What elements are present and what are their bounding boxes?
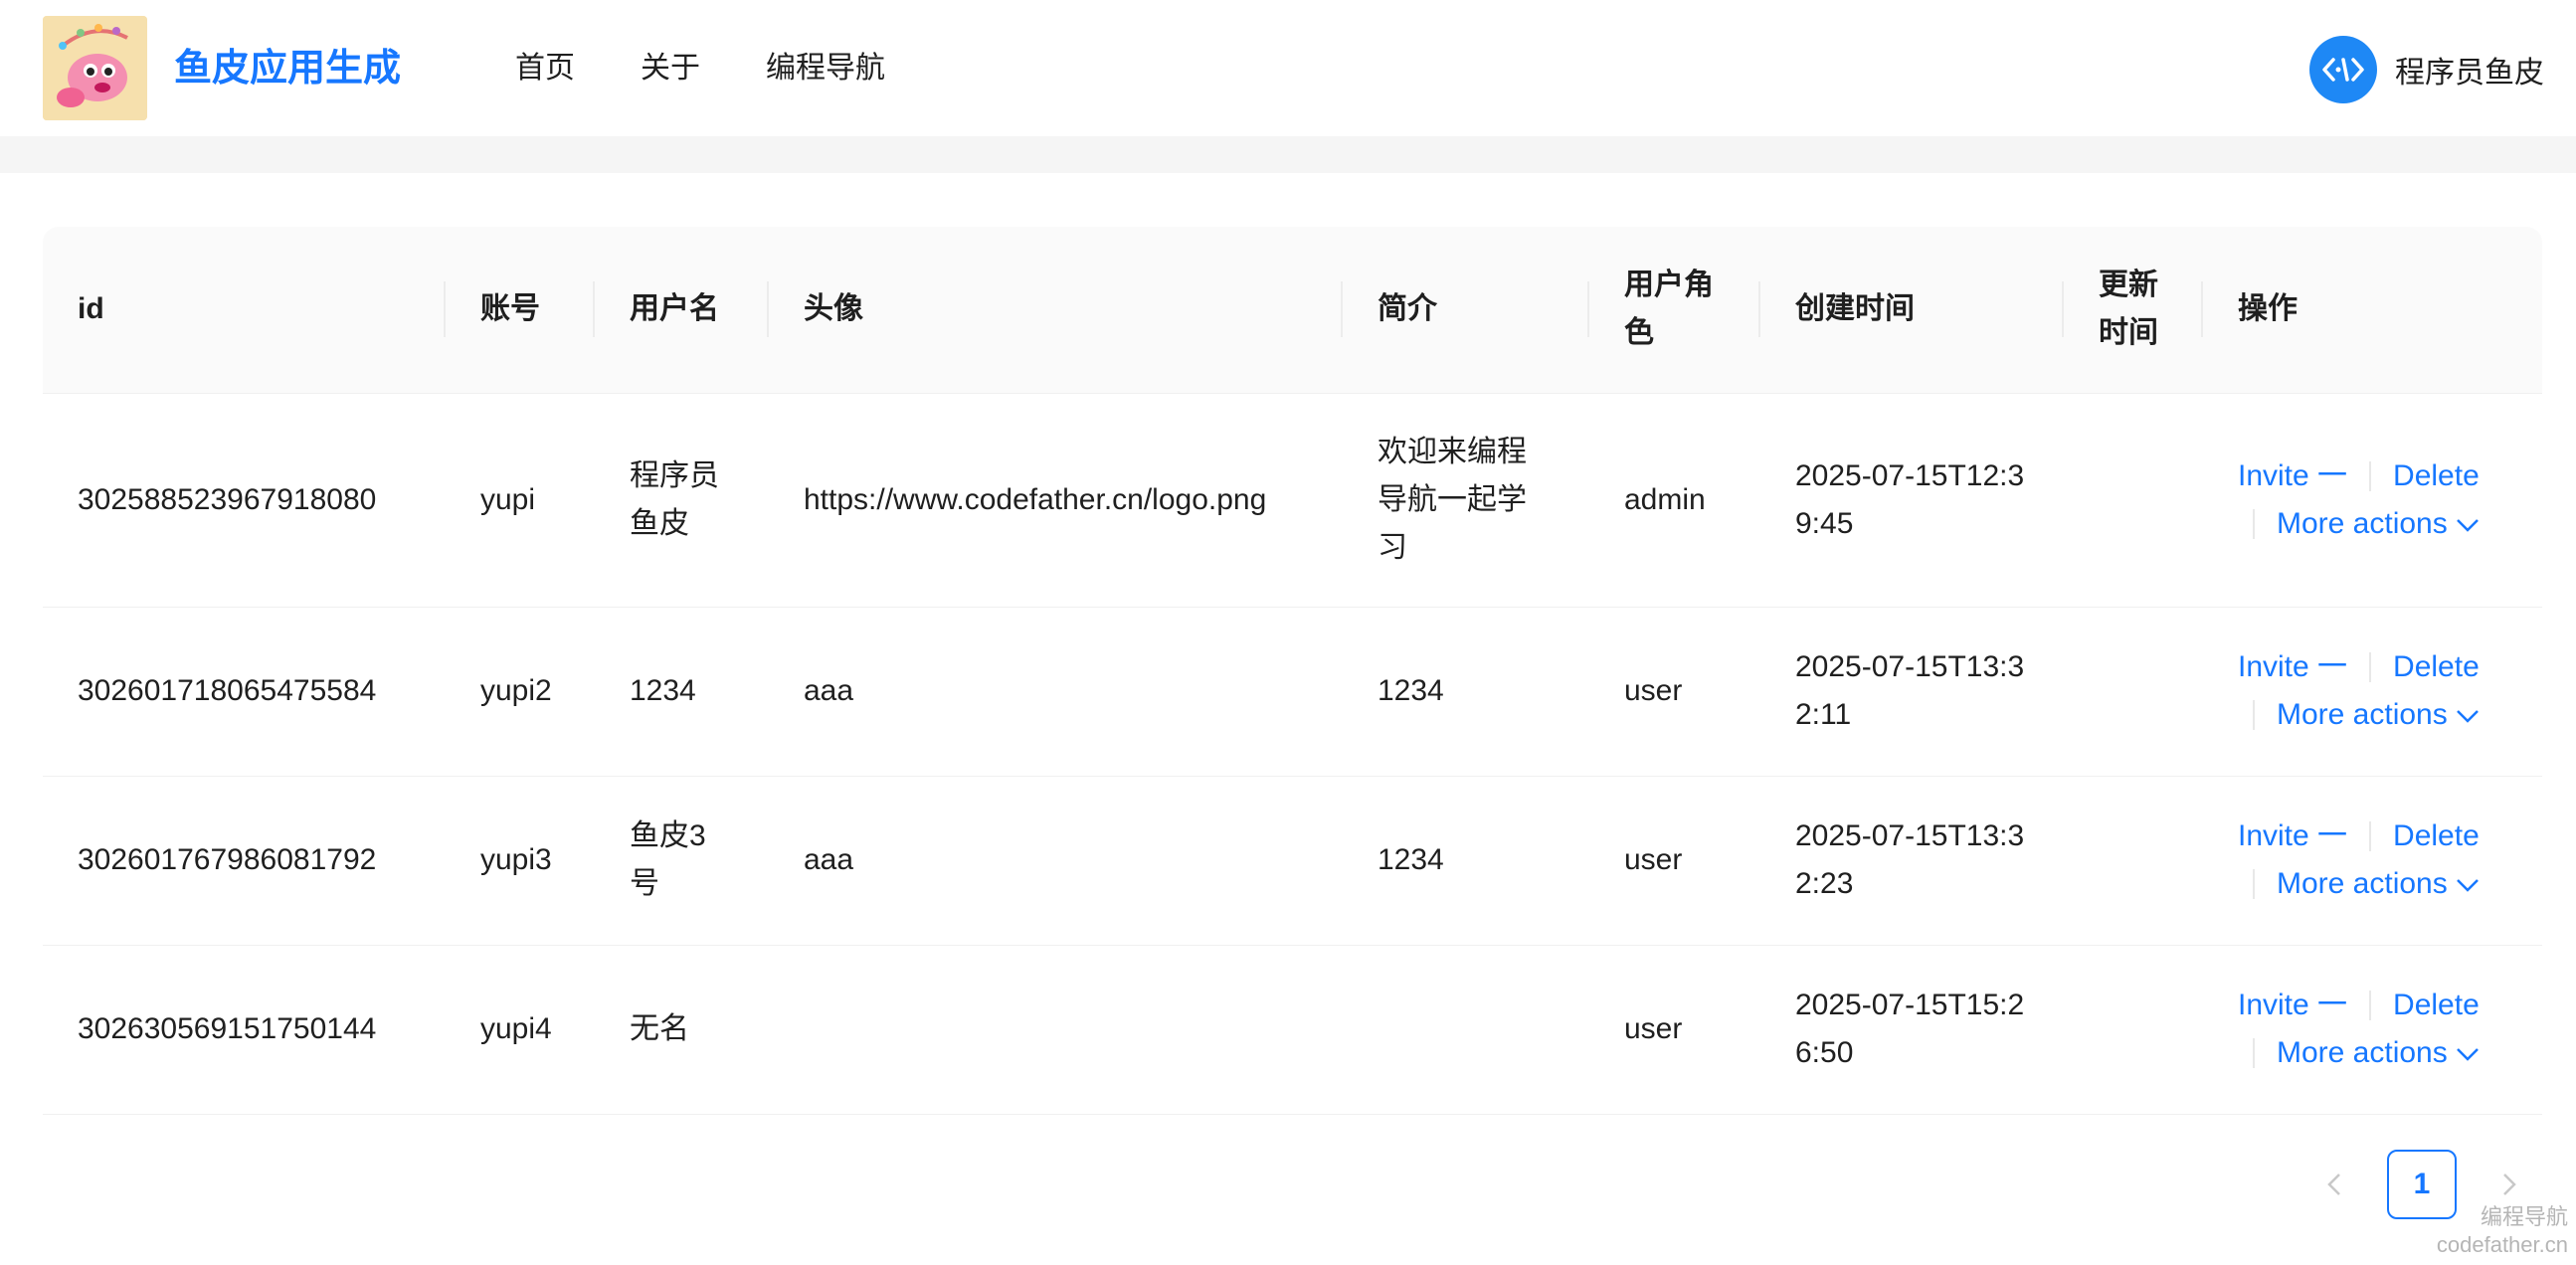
user-menu[interactable]: 程序员鱼皮: [2309, 36, 2544, 103]
column-header-role: 用户角色: [1589, 227, 1760, 394]
more-actions-label: More actions: [2277, 506, 2448, 540]
action-divider: [2369, 991, 2372, 1020]
cell-account: yupi2: [446, 607, 595, 777]
cell-account: yupi: [446, 393, 595, 608]
cell-username: 无名: [595, 945, 769, 1115]
watermark-line1: 编程导航: [2480, 1204, 2568, 1229]
cell-id: 302601767986081792: [43, 776, 446, 946]
more-actions-label: More actions: [2277, 867, 2448, 900]
delete-link[interactable]: Delete: [2393, 452, 2480, 500]
action-divider: [2369, 460, 2372, 491]
cell-username: 1234: [595, 607, 769, 777]
top-header: 鱼皮应用生成 首页 关于 编程导航 程序员鱼皮: [0, 0, 2576, 136]
prev-page-button[interactable]: [2300, 1150, 2369, 1219]
cell-avatar: aaa: [769, 776, 1343, 946]
column-header-actions: 操作: [2203, 227, 2542, 394]
main-nav: 首页 关于 编程导航: [515, 44, 951, 93]
cell-profile: [1343, 945, 1589, 1115]
chevron-right-icon: [2503, 1174, 2516, 1195]
code-logo-icon: [2322, 58, 2364, 82]
more-actions-link[interactable]: More actions: [2277, 691, 2480, 739]
cell-created: 2025-07-15T15:26:50: [1760, 945, 2064, 1115]
delete-link[interactable]: Delete: [2393, 982, 2480, 1029]
table-row: 302601767986081792 yupi3 鱼皮3号 aaa 1234 u…: [43, 776, 2542, 946]
invite-link[interactable]: Invite 一: [2238, 452, 2347, 500]
cell-updated: [2064, 393, 2203, 608]
column-header-avatar: 头像: [769, 227, 1343, 394]
cell-avatar: aaa: [769, 607, 1343, 777]
action-divider: [2253, 1038, 2255, 1068]
nav-item-coding-nav[interactable]: 编程导航: [766, 44, 885, 93]
cell-profile: 1234: [1343, 776, 1589, 946]
delete-link[interactable]: Delete: [2393, 813, 2480, 860]
cell-account: yupi4: [446, 945, 595, 1115]
cell-updated: [2064, 607, 2203, 777]
cell-role: user: [1589, 776, 1760, 946]
user-name: 程序员鱼皮: [2395, 57, 2544, 90]
chevron-down-icon: [2456, 879, 2479, 892]
cell-actions: Invite 一 Delete More actions: [2203, 607, 2542, 777]
column-header-created: 创建时间: [1760, 227, 2064, 394]
site-logo[interactable]: [43, 16, 147, 120]
cell-actions: Invite 一 Delete More actions: [2203, 393, 2542, 608]
watermark-line2: codefather.cn: [2436, 1232, 2568, 1257]
cell-avatar: https://www.codefather.cn/logo.png: [769, 393, 1343, 608]
invite-link[interactable]: Invite 一: [2238, 982, 2347, 1029]
cell-role: admin: [1589, 393, 1760, 608]
cell-profile: 1234: [1343, 607, 1589, 777]
table-row: 302601718065475584 yupi2 1234 aaa 1234 u…: [43, 607, 2542, 777]
more-actions-link[interactable]: More actions: [2277, 860, 2480, 908]
table-row: 302588523967918080 yupi 程序员鱼皮 https://ww…: [43, 393, 2542, 608]
cell-updated: [2064, 945, 2203, 1115]
user-avatar[interactable]: [2309, 36, 2377, 103]
invite-link[interactable]: Invite 一: [2238, 813, 2347, 860]
cell-actions: Invite 一 Delete More actions: [2203, 945, 2542, 1115]
cell-profile: 欢迎来编程导航一起学习: [1343, 393, 1589, 608]
cell-actions: Invite 一 Delete More actions: [2203, 776, 2542, 946]
more-actions-link[interactable]: More actions: [2277, 500, 2480, 548]
cell-username: 程序员鱼皮: [595, 393, 769, 608]
table-header-row: id 账号 用户名 头像 简介 用户角色 创建时间 更新时间 操作: [43, 227, 2542, 394]
watermark: 编程导航 codefather.cn: [2437, 1203, 2568, 1259]
cell-id: 302601718065475584: [43, 607, 446, 777]
action-divider: [2253, 508, 2255, 539]
content-divider-band: [0, 136, 2576, 173]
cell-role: user: [1589, 607, 1760, 777]
chevron-down-icon: [2456, 518, 2479, 532]
cell-created: 2025-07-15T13:32:23: [1760, 776, 2064, 946]
chevron-left-icon: [2327, 1174, 2340, 1195]
invite-link[interactable]: Invite 一: [2238, 643, 2347, 691]
cell-id: 302630569151750144: [43, 945, 446, 1115]
action-divider: [2253, 700, 2255, 730]
cell-created: 2025-07-15T12:39:45: [1760, 393, 2064, 608]
cell-role: user: [1589, 945, 1760, 1115]
cell-created: 2025-07-15T13:32:11: [1760, 607, 2064, 777]
chevron-down-icon: [2456, 710, 2479, 723]
cell-avatar: [769, 945, 1343, 1115]
table-row: 302630569151750144 yupi4 无名 user 2025-07…: [43, 945, 2542, 1115]
more-actions-label: More actions: [2277, 1036, 2448, 1069]
more-actions-link[interactable]: More actions: [2277, 1029, 2480, 1077]
action-divider: [2369, 821, 2372, 851]
delete-link[interactable]: Delete: [2393, 643, 2480, 691]
chevron-down-icon: [2456, 1048, 2479, 1061]
action-divider: [2253, 869, 2255, 899]
column-header-updated: 更新时间: [2064, 227, 2203, 394]
user-table: id 账号 用户名 头像 简介 用户角色 创建时间 更新时间 操作 302588…: [43, 227, 2542, 1115]
action-divider: [2369, 652, 2372, 682]
nav-item-about[interactable]: 关于: [641, 44, 700, 93]
column-header-account: 账号: [446, 227, 595, 394]
site-title[interactable]: 鱼皮应用生成: [174, 44, 401, 93]
cell-username: 鱼皮3号: [595, 776, 769, 946]
column-header-username: 用户名: [595, 227, 769, 394]
more-actions-label: More actions: [2277, 698, 2448, 731]
column-header-profile: 简介: [1343, 227, 1589, 394]
cell-id: 302588523967918080: [43, 393, 446, 608]
cell-updated: [2064, 776, 2203, 946]
column-header-id: id: [43, 227, 446, 394]
nav-item-home[interactable]: 首页: [515, 44, 575, 93]
cell-account: yupi3: [446, 776, 595, 946]
